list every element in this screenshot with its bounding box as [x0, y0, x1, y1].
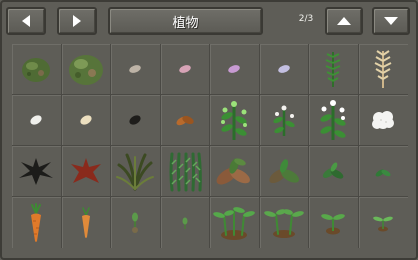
- item-slot-dried-leaves[interactable]: [160, 95, 210, 146]
- item-slot-wheat-sprig[interactable]: [358, 44, 408, 95]
- item-slot-seedling-cluster[interactable]: [210, 197, 260, 248]
- item-slot-cotton-ball[interactable]: [358, 95, 408, 146]
- item-slot-wild-grass-clump[interactable]: [111, 146, 161, 197]
- next-page-button[interactable]: [57, 7, 97, 35]
- seedling-tiny-icon: [373, 216, 394, 231]
- carrot-small-icon: [81, 206, 90, 238]
- item-slot-moss-boulder-large[interactable]: [61, 44, 111, 95]
- seed-violet-icon: [228, 65, 241, 73]
- item-slot-brown-leaf-sprout[interactable]: [210, 146, 260, 197]
- tiny-sprout-icon: [375, 169, 391, 177]
- item-slot-tall-grass-clump[interactable]: [160, 146, 210, 197]
- seedling-pair-icon: [263, 208, 304, 238]
- item-slot-seedling-small[interactable]: [309, 197, 359, 248]
- red-star-plant-icon: [70, 158, 101, 183]
- tall-grass-clump-icon: [169, 152, 202, 192]
- wheat-sprig-icon: [374, 50, 392, 88]
- item-slot-carrot-small[interactable]: [62, 197, 111, 248]
- item-slot-moss-boulder[interactable]: [12, 44, 62, 95]
- item-slot-small-flowering-shrub[interactable]: [259, 95, 309, 146]
- item-slot-small-leaf-sprout[interactable]: [309, 146, 359, 197]
- item-slot-tiny-sprout[interactable]: [358, 146, 408, 197]
- triangle-down-icon: [384, 17, 398, 25]
- prev-page-button[interactable]: [6, 7, 46, 35]
- triangle-right-icon: [73, 15, 81, 27]
- item-slot-carrot[interactable]: [12, 197, 62, 248]
- triangle-up-icon: [337, 17, 351, 25]
- item-slot-seed-violet[interactable]: [210, 44, 260, 95]
- item-grid: [12, 44, 408, 248]
- fern-sprig-icon: [325, 52, 341, 87]
- seedling-small-icon: [321, 213, 346, 234]
- item-slot-seed-lavender[interactable]: [259, 44, 309, 95]
- item-slot-red-star-plant[interactable]: [61, 146, 111, 197]
- category-title-button[interactable]: 植物: [108, 7, 263, 35]
- flowering-bush-icon: [221, 101, 248, 140]
- seed-cream-icon: [80, 115, 92, 125]
- page-indicator: 2/3: [298, 14, 314, 24]
- shoot-tiny-icon: [182, 217, 188, 229]
- shoot-icon: [132, 212, 139, 233]
- dried-leaves-icon: [176, 115, 194, 126]
- seed-pale-icon: [129, 65, 142, 73]
- seedling-cluster-icon: [213, 206, 256, 240]
- item-slot-seed-pale[interactable]: [111, 44, 161, 95]
- item-slot-seedling-tiny[interactable]: [359, 197, 409, 248]
- item-slot-seed-black[interactable]: [111, 95, 161, 146]
- small-flowering-shrub-icon: [273, 105, 295, 136]
- item-slot-green-leaf-sprout[interactable]: [259, 146, 309, 197]
- item-slot-seed-cream[interactable]: [61, 95, 111, 146]
- black-star-plant-icon: [19, 158, 54, 185]
- cotton-ball-icon: [372, 111, 395, 129]
- moss-boulder-large-icon: [68, 55, 103, 85]
- item-slot-seed-pink[interactable]: [160, 44, 210, 95]
- item-slot-shoot-tiny[interactable]: [161, 197, 210, 248]
- item-slot-seedling-pair[interactable]: [260, 197, 309, 248]
- category-title: 植物: [172, 15, 199, 31]
- seed-lavender-icon: [277, 65, 290, 73]
- wild-grass-clump-icon: [116, 153, 155, 191]
- seed-white-icon: [30, 115, 42, 125]
- white-flowering-bush-icon: [320, 100, 346, 140]
- moss-boulder-icon: [22, 58, 51, 82]
- item-slot-flowering-bush[interactable]: [210, 95, 260, 146]
- scroll-up-button[interactable]: [325, 7, 363, 35]
- brown-leaf-sprout-icon: [216, 158, 251, 185]
- item-slot-seed-white[interactable]: [12, 95, 62, 146]
- seed-pink-icon: [178, 65, 191, 73]
- triangle-left-icon: [22, 15, 30, 27]
- carrot-icon: [31, 202, 42, 242]
- item-slot-fern-sprig[interactable]: [309, 44, 359, 95]
- green-leaf-sprout-icon: [269, 159, 299, 184]
- scroll-down-button[interactable]: [372, 7, 410, 35]
- item-slot-shoot[interactable]: [111, 197, 161, 248]
- small-leaf-sprout-icon: [323, 162, 344, 179]
- item-slot-black-star-plant[interactable]: [12, 146, 62, 197]
- item-slot-white-flowering-bush[interactable]: [309, 95, 359, 146]
- seed-black-icon: [129, 115, 141, 125]
